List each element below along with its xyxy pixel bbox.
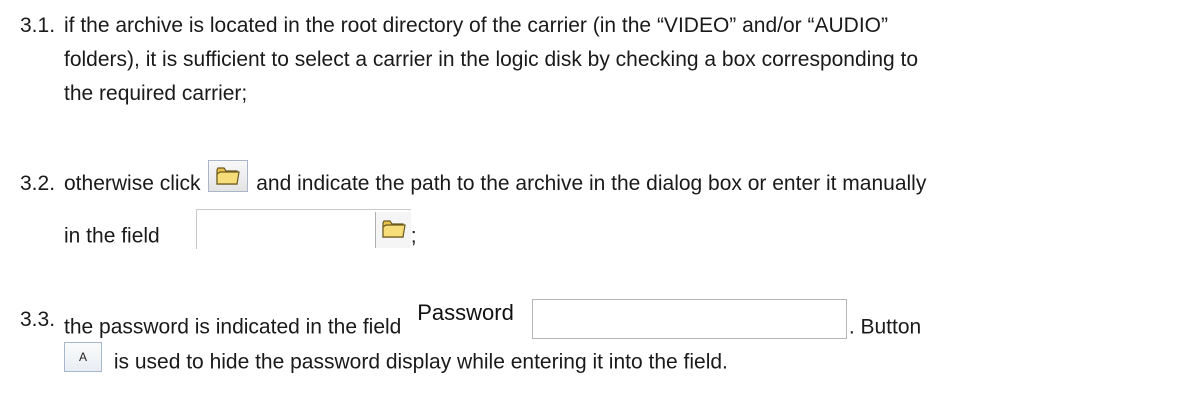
folder-icon — [382, 220, 406, 238]
item-text-line-2: A is used to hide the password display w… — [64, 342, 728, 378]
field-intro-text: in the field — [64, 224, 160, 248]
item-text-line-1: otherwise click and indicate the path to… — [64, 160, 927, 196]
folder-icon — [216, 167, 241, 186]
item-number: 3.1. — [20, 14, 56, 37]
browse-folder-button[interactable] — [208, 160, 249, 193]
path-browse-button[interactable] — [374, 212, 411, 248]
line-end-punctuation: ; — [410, 224, 417, 248]
text-before-field: the password is indicated in the field — [64, 315, 402, 339]
item-text-line-3: the required carrier; — [64, 82, 248, 105]
item-text-line-1: the password is indicated in the field P… — [64, 299, 922, 348]
password-field[interactable] — [531, 299, 847, 339]
item-number: 3.2. — [20, 172, 56, 195]
hide-password-button[interactable]: A — [64, 342, 102, 372]
item-text-line-2: folders), it is sufficient to select a c… — [64, 48, 919, 71]
item-text-line-1: if the archive is located in the root di… — [64, 14, 888, 37]
text-after-field: . Button — [848, 315, 922, 339]
archive-path-field[interactable] — [195, 209, 411, 249]
item-number: 3.3. — [20, 308, 56, 331]
item-text: is used to hide the password display whi… — [113, 350, 728, 374]
text-after-button: and indicate the path to the archive in … — [256, 172, 927, 195]
item-text-line-2: in the field ; — [64, 209, 417, 257]
text-before-button: otherwise click — [64, 172, 201, 195]
password-label: Password — [417, 299, 514, 325]
